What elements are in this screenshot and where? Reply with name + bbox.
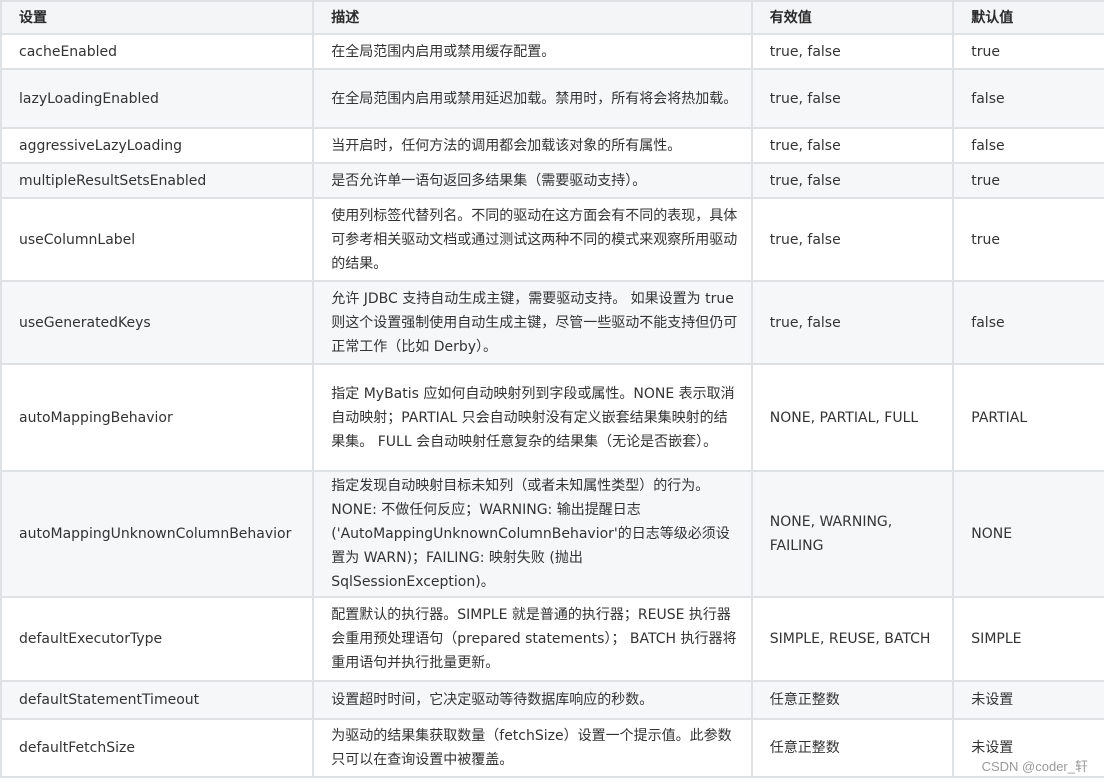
settings-table: 设置 描述 有效值 默认值 cacheEnabled 在全局范围内启用或禁用缓存配… xyxy=(0,0,1104,778)
csdn-watermark: CSDN @coder_轩 xyxy=(979,756,1090,775)
description-cell: 在全局范围内启用或禁用缓存配置。 xyxy=(312,33,753,70)
header-row: 设置 描述 有效值 默认值 xyxy=(0,0,1104,35)
setting-cell: cacheEnabled xyxy=(0,33,315,70)
valid-values-cell: true, false xyxy=(750,197,955,282)
valid-values-cell: SIMPLE, REUSE, BATCH xyxy=(750,596,955,682)
valid-values-cell: true, false xyxy=(750,162,955,199)
header-valid-values: 有效值 xyxy=(750,0,955,35)
valid-values-cell: true, false xyxy=(750,33,955,70)
header-default: 默认值 xyxy=(952,0,1104,35)
setting-cell: defaultFetchSize xyxy=(0,718,315,778)
description-cell: 指定 MyBatis 应如何自动映射列到字段或属性。NONE 表示取消自动映射；… xyxy=(312,363,753,472)
description-cell: 指定发现自动映射目标未知列（或者未知属性类型）的行为。NONE: 不做任何反应；… xyxy=(312,470,753,598)
setting-cell: autoMappingBehavior xyxy=(0,363,315,472)
table-header: 设置 描述 有效值 默认值 xyxy=(0,0,1104,35)
description-cell: 是否允许单一语句返回多结果集（需要驱动支持）。 xyxy=(312,162,753,199)
setting-cell: multipleResultSetsEnabled xyxy=(0,162,315,199)
setting-cell: useColumnLabel xyxy=(0,197,315,282)
valid-values-cell: NONE, WARNING, FAILING xyxy=(750,470,955,598)
setting-cell: useGeneratedKeys xyxy=(0,280,315,365)
valid-values-cell: 任意正整数 xyxy=(750,680,955,720)
valid-values-cell: 任意正整数 xyxy=(750,718,955,778)
description-cell: 使用列标签代替列名。不同的驱动在这方面会有不同的表现，具体可参考相关驱动文档或通… xyxy=(312,197,753,282)
default-value-cell: true xyxy=(952,197,1104,282)
table-row: multipleResultSetsEnabled 是否允许单一语句返回多结果集（… xyxy=(0,162,1104,199)
description-cell: 在全局范围内启用或禁用延迟加载。禁用时，所有将会将热加载。 xyxy=(312,68,753,129)
default-value-cell: false xyxy=(952,280,1104,365)
default-value-cell: NONE xyxy=(952,470,1104,598)
table-row: lazyLoadingEnabled 在全局范围内启用或禁用延迟加载。禁用时，所有… xyxy=(0,68,1104,129)
description-cell: 当开启时，任何方法的调用都会加载该对象的所有属性。 xyxy=(312,127,753,164)
setting-cell: defaultStatementTimeout xyxy=(0,680,315,720)
default-value-cell: true xyxy=(952,162,1104,199)
table-row: useColumnLabel 使用列标签代替列名。不同的驱动在这方面会有不同的表现… xyxy=(0,197,1104,282)
setting-cell: lazyLoadingEnabled xyxy=(0,68,315,129)
description-cell: 设置超时时间，它决定驱动等待数据库响应的秒数。 xyxy=(312,680,753,720)
setting-cell: autoMappingUnknownColumnBehavior xyxy=(0,470,315,598)
table-row: cacheEnabled 在全局范围内启用或禁用缓存配置。 true, false t… xyxy=(0,33,1104,70)
default-value-cell: SIMPLE xyxy=(952,596,1104,682)
valid-values-cell: true, false xyxy=(750,68,955,129)
table-row: aggressiveLazyLoading 当开启时，任何方法的调用都会加载该对象… xyxy=(0,127,1104,164)
default-value-cell: false xyxy=(952,68,1104,129)
default-value-cell: false xyxy=(952,127,1104,164)
table-body: cacheEnabled 在全局范围内启用或禁用缓存配置。 true, false t… xyxy=(0,33,1104,778)
table-row: defaultStatementTimeout 设置超时时间，它决定驱动等待数据库… xyxy=(0,680,1104,720)
valid-values-cell: true, false xyxy=(750,280,955,365)
description-cell: 为驱动的结果集获取数量（fetchSize）设置一个提示值。此参数只可以在查询设… xyxy=(312,718,753,778)
table-row: autoMappingBehavior 指定 MyBatis 应如何自动映射列到字… xyxy=(0,363,1104,472)
header-description: 描述 xyxy=(312,0,753,35)
table-row: defaultExecutorType 配置默认的执行器。SIMPLE 就是普通的… xyxy=(0,596,1104,682)
valid-values-cell: true, false xyxy=(750,127,955,164)
header-setting: 设置 xyxy=(0,0,315,35)
valid-values-cell: NONE, PARTIAL, FULL xyxy=(750,363,955,472)
default-value-cell: true xyxy=(952,33,1104,70)
default-value-cell: 未设置 xyxy=(952,680,1104,720)
description-cell: 允许 JDBC 支持自动生成主键，需要驱动支持。 如果设置为 true 则这个设… xyxy=(312,280,753,365)
table-row: defaultFetchSize 为驱动的结果集获取数量（fetchSize）设置… xyxy=(0,718,1104,778)
default-value-cell: PARTIAL xyxy=(952,363,1104,472)
setting-cell: aggressiveLazyLoading xyxy=(0,127,315,164)
description-cell: 配置默认的执行器。SIMPLE 就是普通的执行器；REUSE 执行器会重用预处理… xyxy=(312,596,753,682)
table-row: useGeneratedKeys 允许 JDBC 支持自动生成主键，需要驱动支持。… xyxy=(0,280,1104,365)
setting-cell: defaultExecutorType xyxy=(0,596,315,682)
table-row: autoMappingUnknownColumnBehavior 指定发现自动映射… xyxy=(0,470,1104,598)
